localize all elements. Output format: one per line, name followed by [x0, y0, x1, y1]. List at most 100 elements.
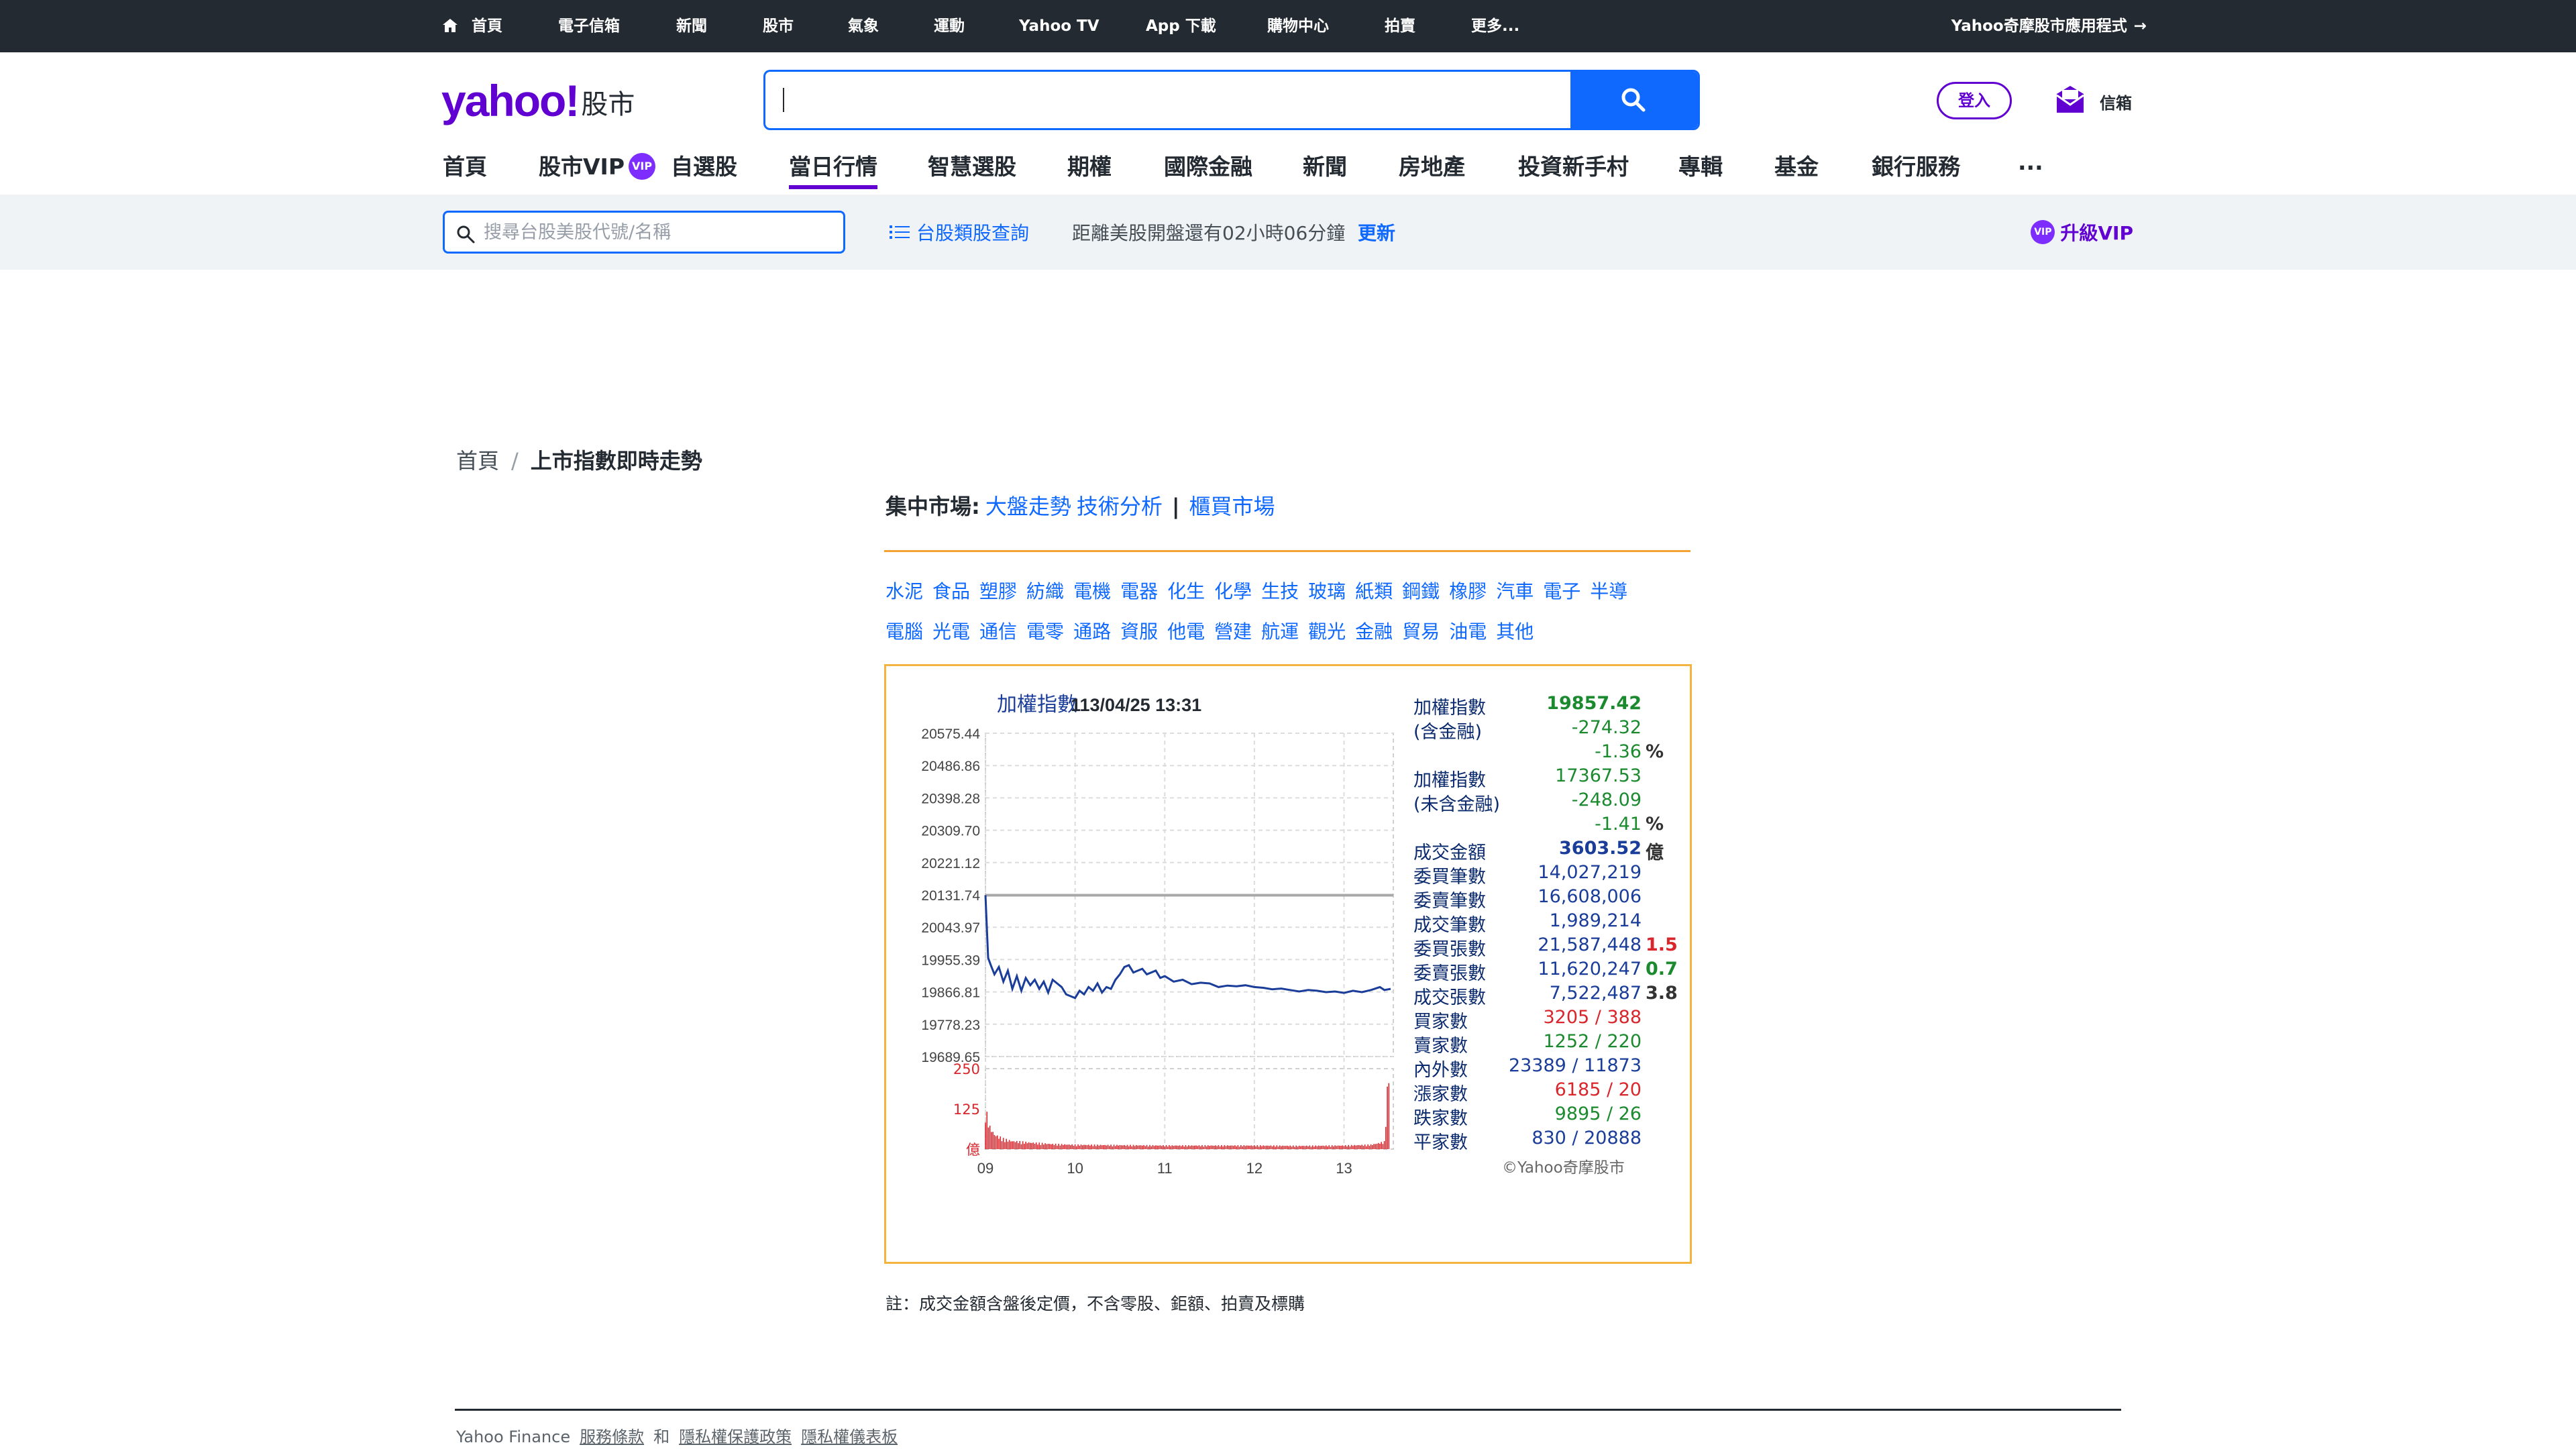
topbar-more-link[interactable]: 更多... — [1471, 0, 1519, 52]
stat-row: 平家數 830 / 20888 — [1413, 1128, 1682, 1153]
nav-funds[interactable]: 基金 — [1774, 149, 1819, 189]
nav-real-estate[interactable]: 房地產 — [1399, 149, 1465, 189]
otc-market-link[interactable]: 櫃買市場 — [1189, 494, 1275, 519]
market-trend-link[interactable]: 大盤走勢 — [985, 494, 1071, 519]
topbar-news-link[interactable]: 新聞 — [676, 0, 707, 52]
y-tick-label: 20575.44 — [921, 727, 980, 742]
nav-options[interactable]: 期權 — [1067, 149, 1112, 189]
main-search-input[interactable] — [765, 72, 1574, 128]
stat-row: (未含金融) -248.09 — [1413, 790, 1682, 815]
topbar-shopping-link[interactable]: 購物中心 — [1267, 0, 1329, 52]
upgrade-vip-link[interactable]: VIP 升級VIP — [2031, 219, 2133, 246]
industry-link[interactable]: 資服 — [1120, 617, 1158, 644]
industry-link[interactable]: 營建 — [1214, 617, 1252, 644]
search-button[interactable] — [1570, 72, 1698, 128]
industry-link[interactable]: 光電 — [932, 617, 970, 644]
stat-label: 委買筆數 — [1413, 867, 1486, 888]
tw-class-query-link[interactable]: 台股類股查詢 — [890, 219, 1029, 246]
industry-link[interactable]: 通信 — [979, 617, 1017, 644]
y-tick-label: 20398.28 — [921, 791, 980, 806]
industry-link[interactable]: 電器 — [1120, 577, 1158, 604]
industry-link[interactable]: 食品 — [932, 577, 970, 604]
industry-link[interactable]: 金融 — [1355, 617, 1393, 644]
industry-link[interactable]: 電子 — [1543, 577, 1580, 604]
industry-link[interactable]: 橡膠 — [1449, 577, 1487, 604]
industry-link[interactable]: 生技 — [1261, 577, 1299, 604]
vip-badge-icon: VIP — [2031, 220, 2055, 244]
industry-link[interactable]: 觀光 — [1308, 617, 1346, 644]
stat-row: 委買張數 21,587,448 1.5 — [1413, 934, 1682, 960]
breadcrumb-home-link[interactable]: 首頁 — [456, 448, 499, 474]
stat-value: -1.41 — [1595, 814, 1642, 835]
stat-row: 賣家數 1252 / 220 — [1413, 1031, 1682, 1057]
stat-value: 6185 / 20 — [1554, 1079, 1642, 1100]
nav-stock-vip[interactable]: 股市VIP VIP — [539, 149, 656, 189]
market-stats-table: 加權指數 19857.42 (含金融) -274.32 -1.36% 加權指數 17367.… — [1413, 693, 1682, 1153]
nav-international[interactable]: 國際金融 — [1164, 149, 1252, 189]
stock-symbol-search-input[interactable] — [484, 217, 833, 248]
nav-smart-screener[interactable]: 智慧選股 — [928, 149, 1016, 189]
industry-link[interactable]: 其他 — [1496, 617, 1534, 644]
industry-links: 水泥 食品 塑膠 紡織 電機 電器 化生 化學 生技 玻璃 紙類 鋼鐵 橡膠 汽車 電子 半導 電腦 光電 通信電… — [885, 577, 1690, 657]
industry-link[interactable]: 鋼鐵 — [1402, 577, 1440, 604]
nav-home[interactable]: 首頁 — [443, 149, 487, 189]
industry-link[interactable]: 油電 — [1449, 617, 1487, 644]
technical-analysis-link[interactable]: 技術分析 — [1077, 494, 1163, 519]
topbar-mail-link[interactable]: 電子信箱 — [558, 0, 620, 52]
stat-row: -1.41% — [1413, 814, 1682, 838]
industry-link[interactable]: 半導 — [1590, 577, 1627, 604]
topbar-auction-link[interactable]: 拍賣 — [1385, 0, 1415, 52]
home-icon — [443, 19, 458, 32]
volume-y-tick-label: 125 — [953, 1102, 980, 1118]
index-intraday-chart: 加權指數 113/04/25 13:31 20575.44 20486.86 203… — [921, 693, 1394, 1177]
industry-link[interactable]: 水泥 — [885, 577, 923, 604]
industry-link[interactable]: 他電 — [1167, 617, 1205, 644]
section-divider — [884, 550, 1690, 552]
stat-label: 買家數 — [1413, 1012, 1468, 1032]
industry-link[interactable]: 航運 — [1261, 617, 1299, 644]
terms-link[interactable]: 服務條款 — [580, 1428, 644, 1446]
industry-link[interactable]: 紙類 — [1355, 577, 1393, 604]
stat-row: (含金融) -274.32 — [1413, 717, 1682, 743]
login-button[interactable]: 登入 — [1937, 82, 2012, 119]
topbar-stock-link[interactable]: 股市 — [763, 0, 794, 52]
industry-link[interactable]: 玻璃 — [1308, 577, 1346, 604]
topbar-weather-link[interactable]: 氣象 — [848, 0, 879, 52]
industry-link[interactable]: 紡織 — [1026, 577, 1064, 604]
topbar-app-promo-link[interactable]: Yahoo奇摩股市應用程式 → — [1951, 0, 2147, 52]
nav-news[interactable]: 新聞 — [1303, 149, 1347, 189]
industry-link[interactable]: 塑膠 — [979, 577, 1017, 604]
footer-brand: Yahoo Finance — [456, 1428, 571, 1446]
nav-features[interactable]: 專輯 — [1678, 149, 1723, 189]
nav-more[interactable]: ... — [2018, 149, 2043, 189]
stat-value: 1,989,214 — [1549, 910, 1642, 931]
industry-link[interactable]: 汽車 — [1496, 577, 1534, 604]
nav-banking[interactable]: 銀行服務 — [1872, 149, 1960, 189]
industry-link[interactable]: 貿易 — [1402, 617, 1440, 644]
stock-symbol-search — [443, 211, 845, 254]
industry-link[interactable]: 電零 — [1026, 617, 1064, 644]
privacy-policy-link[interactable]: 隱私權保護政策 — [679, 1428, 792, 1446]
privacy-dashboard-link[interactable]: 隱私權儀表板 — [801, 1428, 898, 1446]
topbar-sports-link[interactable]: 運動 — [934, 0, 965, 52]
refresh-button[interactable]: 更新 — [1358, 219, 1395, 246]
topbar-home-link[interactable]: 首頁 — [472, 0, 502, 52]
industry-link[interactable]: 通路 — [1073, 617, 1111, 644]
us-market-countdown: 距離美股開盤還有02小時06分鐘 — [1072, 222, 1346, 244]
nav-daily-market[interactable]: 當日行情 — [789, 149, 877, 189]
main-search-box — [763, 70, 1700, 130]
industry-link[interactable]: 電腦 — [885, 617, 923, 644]
yahoo-stock-logo[interactable]: yahoo! 股市 — [441, 75, 635, 125]
topbar-yahootv-link[interactable]: Yahoo TV — [1019, 0, 1099, 52]
stat-row: 成交張數 7,522,487 3.8 — [1413, 983, 1682, 1008]
stat-value: -274.32 — [1571, 717, 1642, 738]
stat-label: 成交金額 — [1413, 843, 1486, 863]
industry-link[interactable]: 電機 — [1073, 577, 1111, 604]
stat-label: 成交張數 — [1413, 987, 1486, 1008]
industry-link[interactable]: 化學 — [1214, 577, 1252, 604]
industry-link[interactable]: 化生 — [1167, 577, 1205, 604]
nav-watchlist[interactable]: 自選股 — [671, 149, 737, 189]
topbar-app-download-link[interactable]: App 下載 — [1146, 0, 1216, 52]
nav-investor-school[interactable]: 投資新手村 — [1518, 149, 1629, 189]
stat-row: 委賣張數 11,620,247 0.7 — [1413, 959, 1682, 984]
